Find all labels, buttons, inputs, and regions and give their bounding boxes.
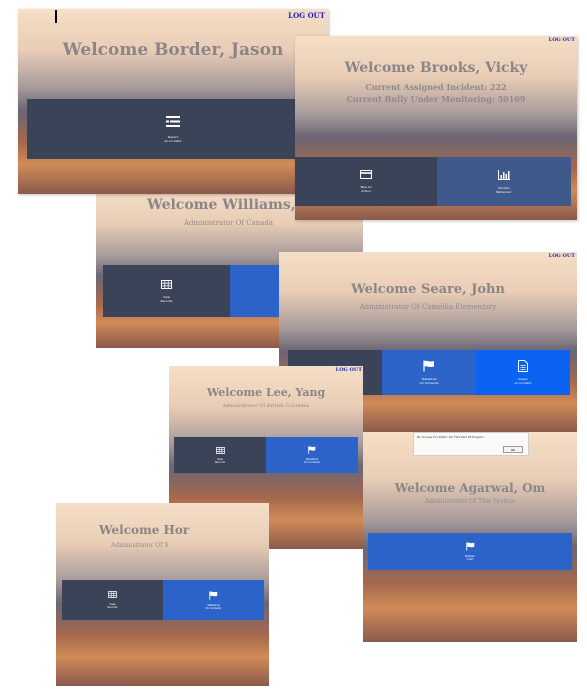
- page-subtitle: Administrator Of British Columbia: [222, 403, 310, 409]
- view-records-button[interactable]: View Records: [62, 580, 163, 620]
- tile-label: Statistical On Incidents: [205, 603, 222, 610]
- tile-label: Statistic Chart: [464, 555, 476, 561]
- screen-border: LOG OUT Welcome Border, Jason Report An …: [18, 9, 328, 194]
- page-subtitle: Administrator Of Canada: [184, 219, 274, 227]
- page-subtitle: Administrator Of This System: [424, 498, 516, 505]
- alert-dialog: No Access For Public On This Part Of Pro…: [413, 432, 529, 456]
- bully-monitoring-text: Current Bully Under Monitoring: 50109: [346, 94, 526, 104]
- page-title: Welcome Agarwal, Om: [394, 481, 546, 495]
- logout-link[interactable]: LOG OUT: [336, 367, 362, 373]
- tile-label: Statistical On Incidents: [304, 458, 320, 464]
- bar-chart-icon: [498, 169, 510, 180]
- page-title: Welcome Border, Jason: [62, 40, 284, 60]
- statistic-chart-button[interactable]: Statistic Chart: [368, 533, 572, 570]
- tile-label: View Records: [107, 603, 118, 609]
- flag-icon: [209, 590, 218, 600]
- flag-icon: [423, 360, 434, 372]
- page-title: Welcome Seare, John: [351, 282, 505, 297]
- assign-incident-button[interactable]: Assign An Incident: [476, 350, 570, 395]
- tile-label: View Records: [160, 294, 173, 303]
- tile-label: Report An Incident: [164, 134, 182, 143]
- statistical-incidents-button[interactable]: Statistical On Incidents: [382, 350, 476, 395]
- tile-label: Take An Action: [360, 185, 372, 193]
- assigned-incident-text: Current Assigned Incident: 222: [365, 82, 507, 92]
- table-icon: [161, 279, 172, 289]
- page-subtitle: Administrator Of Camellia Elementary: [359, 303, 497, 311]
- table-icon: [108, 591, 117, 598]
- view-records-button[interactable]: View Records: [103, 265, 230, 317]
- page-title: Welcome Brooks, Vicky: [344, 60, 528, 76]
- view-records-button[interactable]: View Records: [174, 437, 266, 473]
- tile-label: Statistical On Incidents: [419, 377, 439, 385]
- tile-label: Monitor Behaviour: [496, 185, 512, 194]
- statistical-incidents-button[interactable]: Statistical On Incidents: [163, 580, 264, 620]
- tile-label: View Records: [215, 457, 225, 464]
- screen-hor: Welcome Hor Administrator Of S View Reco…: [56, 503, 269, 686]
- page-title: Welcome Hor: [99, 523, 190, 537]
- page-title: Welcome Lee, Yang: [206, 386, 326, 399]
- take-action-button[interactable]: Take An Action: [295, 157, 437, 206]
- text-cursor: [55, 10, 57, 23]
- flag-icon: [465, 542, 474, 551]
- card-icon: [360, 170, 372, 179]
- page-subtitle: Administrator Of S: [111, 542, 169, 549]
- dialog-message: No Access For Public On This Part Of Pro…: [417, 435, 484, 439]
- logout-link[interactable]: LOG OUT: [549, 37, 575, 43]
- logout-link[interactable]: LOG OUT: [288, 11, 325, 20]
- tile-label: Assign An Incident: [514, 377, 532, 385]
- document-icon: [518, 360, 528, 372]
- monitor-behaviour-button[interactable]: Monitor Behaviour: [437, 157, 571, 206]
- statistical-incidents-button[interactable]: Statistical On Incidents: [266, 437, 358, 473]
- screen-agarwal: No Access For Public On This Part Of Pro…: [363, 432, 577, 642]
- flag-icon: [308, 446, 316, 454]
- dialog-ok-button[interactable]: OK: [503, 446, 523, 453]
- table-icon: [215, 446, 225, 454]
- list-icon: [166, 115, 180, 127]
- screen-brooks: LOG OUT Welcome Brooks, Vicky Current As…: [295, 36, 577, 220]
- report-incident-button[interactable]: Report An Incident: [27, 99, 319, 159]
- logout-link[interactable]: LOG OUT: [549, 253, 575, 259]
